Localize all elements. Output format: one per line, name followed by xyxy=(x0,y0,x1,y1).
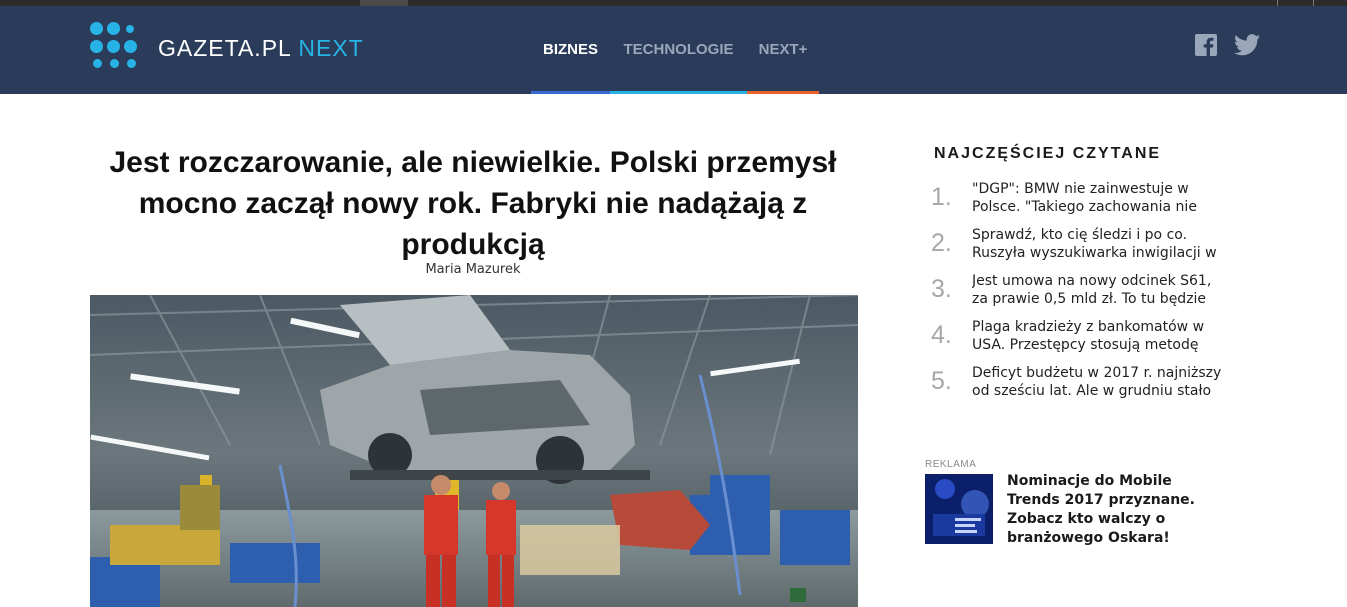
list-item-number: 3. xyxy=(931,275,952,303)
ad-label: REKLAMA xyxy=(925,459,977,470)
list-item[interactable]: 3. Jest umowa na nowy odcinek S61, za pr… xyxy=(929,270,1229,316)
article-hero-image[interactable] xyxy=(90,295,858,607)
article-author[interactable]: Maria Mazurek xyxy=(100,262,846,277)
site-header: GAZETA.PL NEXT BIZNES TECHNOLOGIE NEXT+ xyxy=(0,6,1347,94)
list-item[interactable]: 1. "DGP": BMW nie zainwestuje w Polsce. … xyxy=(929,178,1229,224)
list-item[interactable]: 5. Deficyt budżetu w 2017 r. najniższy o… xyxy=(929,362,1229,408)
twitter-icon[interactable] xyxy=(1234,34,1260,56)
article-title[interactable]: Jest rozczarowanie, ale niewielkie. Pols… xyxy=(100,142,846,265)
list-item-number: 1. xyxy=(931,183,952,211)
logo-wordmark: GAZETA.PL NEXT xyxy=(158,35,364,62)
most-read-list: 1. "DGP": BMW nie zainwestuje w Polsce. … xyxy=(929,178,1229,408)
list-item-number: 4. xyxy=(931,321,952,349)
logo-accent-text: NEXT xyxy=(298,34,364,61)
nav-item-next-plus[interactable]: NEXT+ xyxy=(747,6,819,94)
list-item-number: 5. xyxy=(931,367,952,395)
logo-dots-icon xyxy=(90,22,146,74)
ad-headline-link[interactable]: Nominacje do Mobile Trends 2017 przyznan… xyxy=(1007,472,1222,548)
list-item-link[interactable]: Plaga kradzieży z bankomatów w USA. Prze… xyxy=(972,318,1222,354)
nav-item-label: NEXT+ xyxy=(758,41,808,58)
most-read-title: NAJCZĘŚCIEJ CZYTANE xyxy=(934,145,1162,162)
list-item-link[interactable]: Sprawdź, kto cię śledzi i po co. Ruszyła… xyxy=(972,226,1222,262)
list-item[interactable]: 2. Sprawdź, kto cię śledzi i po co. Rusz… xyxy=(929,224,1229,270)
nav-item-biznes[interactable]: BIZNES xyxy=(531,6,610,94)
list-item-link[interactable]: Jest umowa na nowy odcinek S61, za prawi… xyxy=(972,272,1222,308)
list-item-link[interactable]: Deficyt budżetu w 2017 r. najniższy od s… xyxy=(972,364,1222,400)
nav-item-label: TECHNOLOGIE xyxy=(623,41,734,58)
site-logo[interactable]: GAZETA.PL NEXT xyxy=(90,22,364,74)
list-item[interactable]: 4. Plaga kradzieży z bankomatów w USA. P… xyxy=(929,316,1229,362)
facebook-icon[interactable] xyxy=(1195,34,1219,56)
nav-item-label: BIZNES xyxy=(542,41,598,58)
list-item-link[interactable]: "DGP": BMW nie zainwestuje w Polsce. "Ta… xyxy=(972,180,1222,216)
nav-item-technologie[interactable]: TECHNOLOGIE xyxy=(610,6,747,94)
ad-thumbnail[interactable] xyxy=(925,474,993,544)
list-item-number: 2. xyxy=(931,229,952,257)
main-content: Jest rozczarowanie, ale niewielkie. Pols… xyxy=(0,94,1347,607)
logo-main-text: GAZETA.PL xyxy=(158,34,291,61)
